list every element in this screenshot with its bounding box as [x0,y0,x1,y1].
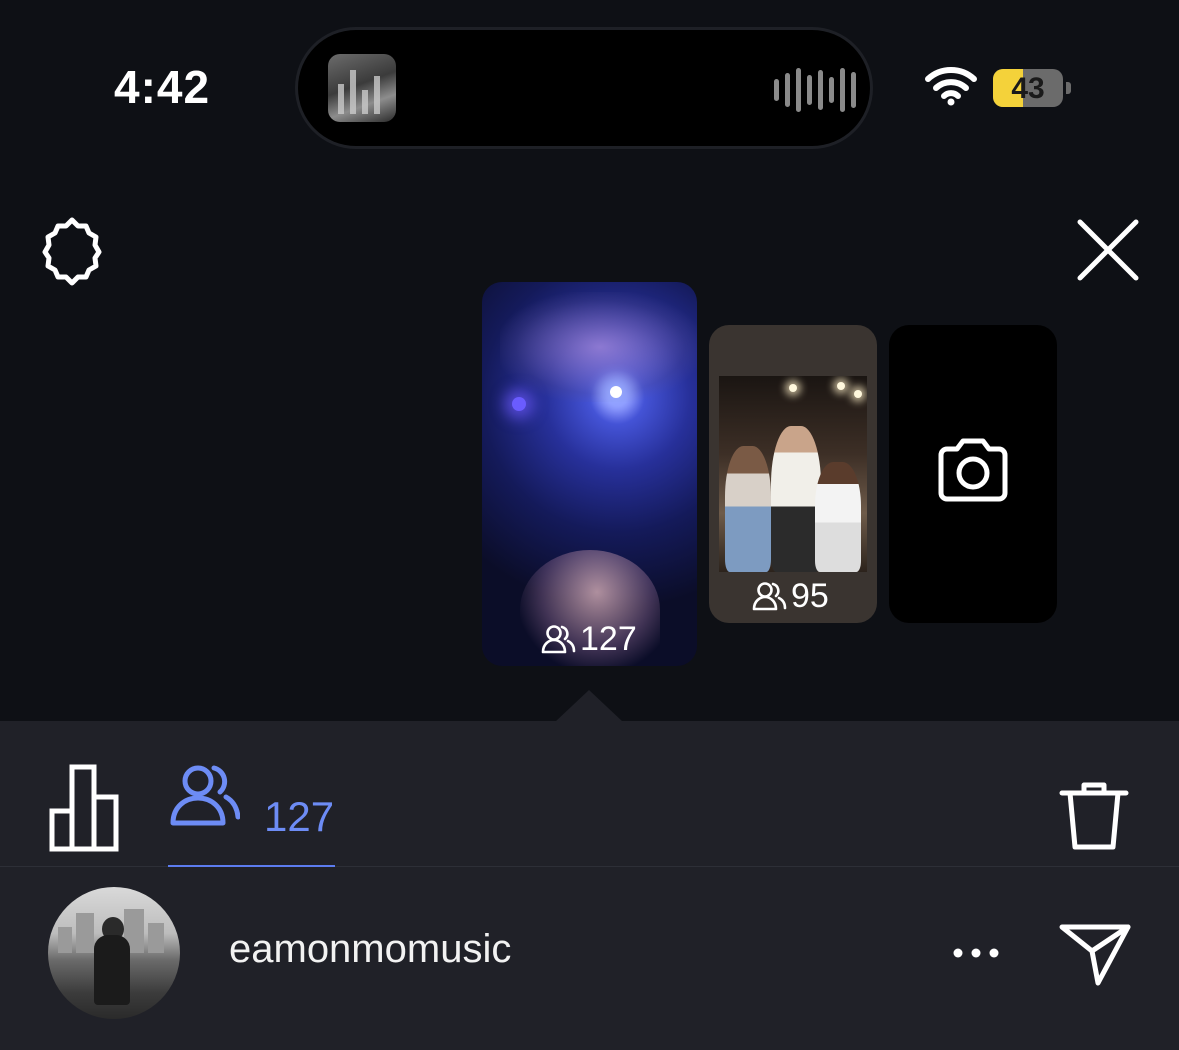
viewers-icon [170,765,240,826]
send-icon[interactable] [1058,921,1132,987]
wifi-icon [925,67,977,106]
viewers-icon [752,581,787,610]
story-viewer-count-value: 127 [580,620,637,658]
viewer-username[interactable]: eamonmomusic [229,927,511,972]
viewer-row[interactable]: eamonmomusic [0,867,1179,1050]
tab-viewers[interactable]: 127 [168,763,335,867]
selected-story-pointer [555,690,623,722]
story-viewer-count-value: 95 [791,577,829,615]
audio-waveform-icon [774,68,856,112]
story-photo [719,376,867,572]
battery-percent: 43 [1011,72,1045,105]
battery-indicator: 43 [993,69,1063,107]
sheet-tabs: 127 [0,721,1179,867]
battery-tip [1066,82,1071,94]
trash-icon[interactable] [1058,777,1130,853]
viewers-icon [541,624,576,653]
more-icon[interactable] [946,933,1006,973]
story-viewers-sheet: 127 eamonmomusic [0,721,1179,1050]
status-time: 4:42 [114,61,211,113]
close-icon[interactable] [1072,214,1144,286]
viewers-count: 127 [264,793,335,840]
story-viewer-count: 127 [540,620,637,659]
add-story-button[interactable] [889,325,1057,623]
story-thumbnail[interactable]: 95 [709,325,877,623]
camera-icon [938,438,1008,502]
stage-smoke [500,292,697,402]
dynamic-island[interactable] [298,30,870,146]
stage-light [610,386,622,398]
story-thumbnail-selected[interactable]: 127 [482,282,697,666]
story-viewer-count: 95 [751,577,829,616]
bar-chart-icon[interactable] [48,763,120,853]
stage-light-purple [512,397,526,411]
now-playing-artwork [328,54,396,122]
gear-icon[interactable] [36,214,108,286]
avatar[interactable] [48,887,180,1019]
